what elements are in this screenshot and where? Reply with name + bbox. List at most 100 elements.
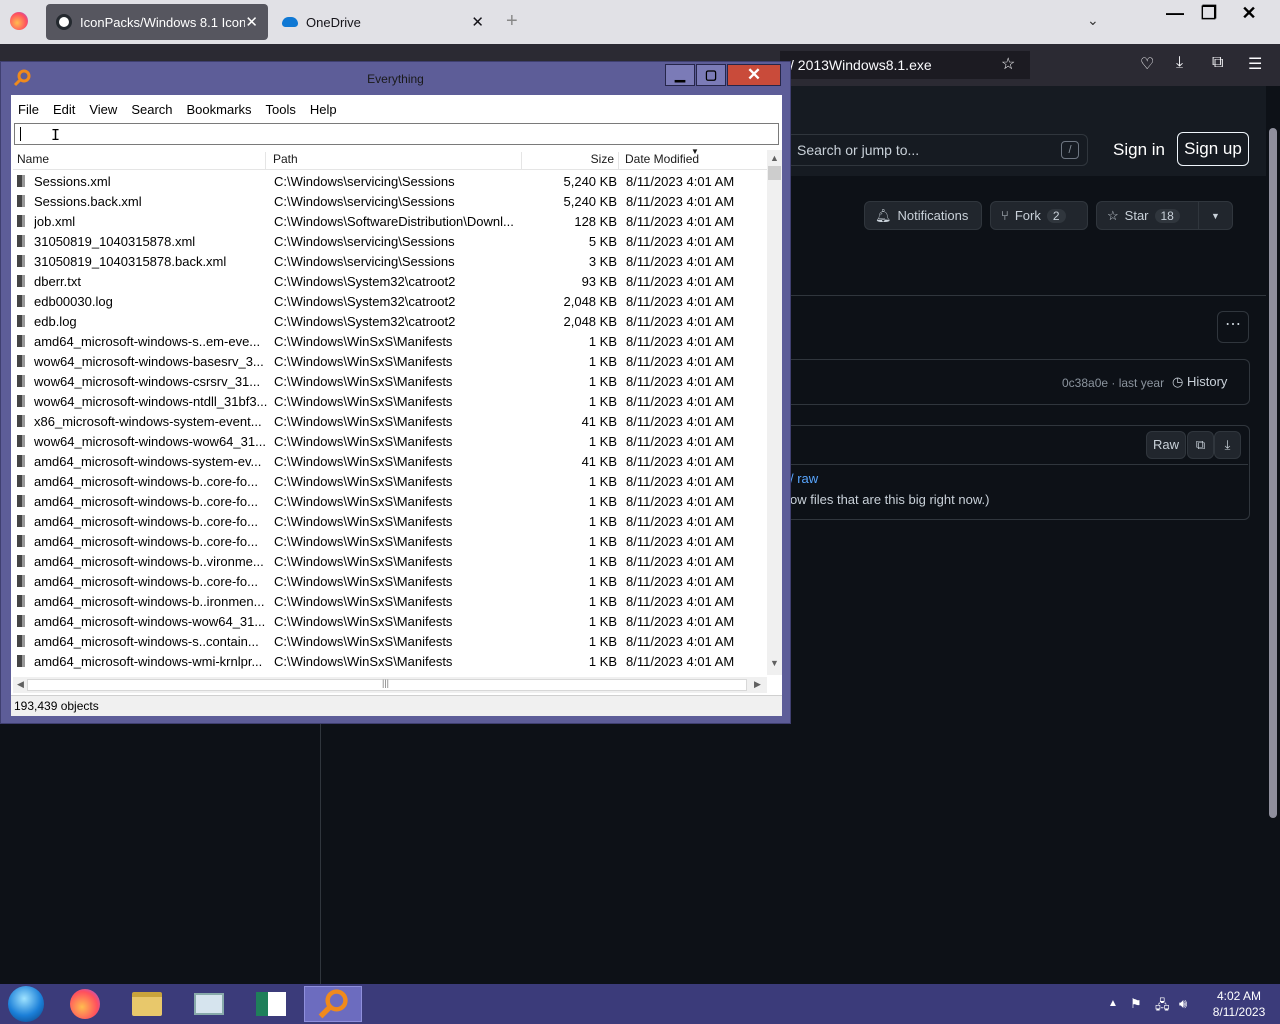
taskbar-app-4[interactable] (242, 986, 300, 1022)
scroll-right-icon[interactable]: ▶ (750, 679, 765, 690)
table-row[interactable]: amd64_microsoft-windows-wmi-krnlpr... C:\… (13, 651, 767, 671)
table-row[interactable]: amd64_microsoft-windows-b..core-fo... C:\… (13, 531, 767, 551)
search-input[interactable]: I (14, 123, 779, 145)
col-size[interactable]: Size (525, 152, 619, 170)
close-button[interactable]: ✕ (727, 64, 781, 86)
sign-in-link[interactable]: Sign in (1113, 140, 1165, 160)
table-row[interactable]: job.xml C:\Windows\SoftwareDistribution\D… (13, 211, 767, 231)
url-bar[interactable]: / 2013Windows8.1.exe (780, 51, 1030, 79)
action-center-flag-icon[interactable]: ⚑ (1130, 996, 1142, 1012)
taskbar-everything[interactable] (304, 986, 362, 1022)
table-row[interactable]: edb00030.log C:\Windows\System32\catroot2… (13, 291, 767, 311)
page-scrollbar[interactable] (1266, 116, 1280, 984)
menu-search[interactable]: Search (124, 95, 179, 123)
table-row[interactable]: wow64_microsoft-windows-basesrv_3... C:\W… (13, 351, 767, 371)
menu-tools[interactable]: Tools (259, 95, 303, 123)
table-row[interactable]: amd64_microsoft-windows-b..core-fo... C:\… (13, 511, 767, 531)
col-path[interactable]: Path (269, 152, 522, 170)
notifications-button[interactable]: 🔔︎ Notifications (864, 201, 982, 230)
scroll-up-icon[interactable]: ▲ (767, 153, 782, 163)
star-icon: ☆ (1107, 207, 1119, 223)
bookmark-star-icon[interactable]: ☆ (1001, 54, 1015, 74)
menu-view[interactable]: View (82, 95, 124, 123)
star-button[interactable]: ☆ Star 18 (1096, 201, 1199, 230)
start-button[interactable] (0, 986, 52, 1022)
commit-info[interactable]: 0c38a0e · last year (1062, 376, 1164, 390)
menu-edit[interactable]: Edit (46, 95, 82, 123)
table-row[interactable]: amd64_microsoft-windows-b..ironmen... C:\… (13, 591, 767, 611)
menu-bookmarks[interactable]: Bookmarks (180, 95, 259, 123)
scroll-left-icon[interactable]: ◀ (13, 679, 28, 690)
github-search-input[interactable]: Search or jump to... / (786, 134, 1088, 166)
table-row[interactable]: Sessions.xml C:\Windows\servicing\Session… (13, 171, 767, 191)
table-row[interactable]: amd64_microsoft-windows-s..em-eve... C:\W… (13, 331, 767, 351)
menu-help[interactable]: Help (303, 95, 344, 123)
table-row[interactable]: edb.log C:\Windows\System32\catroot2 2,048… (13, 311, 767, 331)
col-date[interactable]: Date Modified ▼ (621, 147, 767, 170)
file-name: x86_microsoft-windows-system-event... (34, 414, 262, 429)
tab-list-icon[interactable]: ⌄ (1087, 12, 1099, 29)
table-row[interactable]: amd64_microsoft-windows-system-ev... C:\W… (13, 451, 767, 471)
table-row[interactable]: x86_microsoft-windows-system-event... C:\… (13, 411, 767, 431)
fork-button[interactable]: ⑂ Fork 2 (990, 201, 1088, 230)
view-raw-link[interactable]: / raw (790, 471, 818, 486)
extensions-icon[interactable]: ⧉ (1212, 54, 1223, 72)
table-row[interactable]: 31050819_1040315878.xml C:\Windows\servic… (13, 231, 767, 251)
sign-up-button[interactable]: Sign up (1177, 132, 1249, 166)
file-icon (17, 495, 25, 507)
table-row[interactable]: amd64_microsoft-windows-b..core-fo... C:\… (13, 571, 767, 591)
file-path: C:\Windows\WinSxS\Manifests (274, 654, 453, 669)
table-row[interactable]: amd64_microsoft-windows-b..core-fo... C:\… (13, 471, 767, 491)
col-name[interactable]: Name (13, 152, 266, 170)
tab-iconpacks[interactable]: IconPacks/Windows 8.1 Iconpa ✕ (46, 4, 268, 40)
taskbar-firefox[interactable] (56, 986, 114, 1022)
show-hidden-icons[interactable]: ▲ (1108, 998, 1118, 1009)
scroll-thumb[interactable] (768, 166, 781, 180)
table-row[interactable]: amd64_microsoft-windows-s..contain... C:\… (13, 631, 767, 651)
table-row[interactable]: 31050819_1040315878.back.xml C:\Windows\s… (13, 251, 767, 271)
table-row[interactable]: amd64_microsoft-windows-b..vironme... C:\… (13, 551, 767, 571)
star-dropdown-button[interactable]: ▼ (1198, 201, 1233, 230)
window-app-icon (256, 992, 286, 1016)
taskbar-app-3[interactable] (180, 986, 238, 1022)
close-icon[interactable]: ✕ (471, 13, 484, 31)
download-icon[interactable]: ⤓ (1214, 431, 1241, 459)
volume-icon[interactable]: 🔊︎ (1179, 996, 1187, 1012)
table-row[interactable]: wow64_microsoft-windows-ntdll_31bf3... C:… (13, 391, 767, 411)
minimize-button[interactable]: — (1158, 0, 1192, 26)
horizontal-scrollbar[interactable]: ◀ ||| ▶ (13, 677, 767, 693)
downloads-icon[interactable]: ⤓ (1176, 54, 1183, 72)
table-row[interactable]: amd64_microsoft-windows-b..core-fo... C:\… (13, 491, 767, 511)
scroll-thumb[interactable]: ||| (27, 678, 747, 691)
table-row[interactable]: wow64_microsoft-windows-csrsrv_31... C:\W… (13, 371, 767, 391)
tab-onedrive[interactable]: OneDrive ✕ (272, 4, 494, 40)
restore-button[interactable]: ❐ (1192, 0, 1226, 26)
clock[interactable]: 4:02 AM 8/11/2023 (1202, 988, 1276, 1020)
window-title-bar[interactable]: Everything ▁ ▢ ✕ (1, 62, 790, 95)
new-tab-button[interactable]: + (506, 10, 518, 33)
table-row[interactable]: amd64_microsoft-windows-wow64_31... C:\Wi… (13, 611, 767, 631)
pocket-icon[interactable]: ♡ (1140, 54, 1154, 74)
file-path: C:\Windows\System32\catroot2 (274, 274, 456, 289)
network-icon[interactable]: 🖧︎ (1155, 996, 1170, 1018)
vertical-scrollbar[interactable]: ▲ ▼ (767, 150, 782, 675)
scroll-down-icon[interactable]: ▼ (767, 658, 782, 668)
menu-icon[interactable]: ☰ (1248, 54, 1262, 74)
taskbar-explorer[interactable] (118, 986, 176, 1022)
history-link[interactable]: ◷ History (1172, 374, 1227, 390)
close-window-button[interactable]: ✕ (1232, 0, 1266, 26)
table-row[interactable]: Sessions.back.xml C:\Windows\servicing\Se… (13, 191, 767, 211)
raw-button[interactable]: Raw (1146, 431, 1186, 459)
menu-file[interactable]: File (11, 95, 46, 123)
minimize-button[interactable]: ▁ (665, 64, 695, 86)
maximize-button[interactable]: ▢ (696, 64, 726, 86)
close-icon[interactable]: ✕ (245, 13, 258, 31)
file-date: 8/11/2023 4:01 AM (626, 594, 735, 609)
table-row[interactable]: dberr.txt C:\Windows\System32\catroot2 93 … (13, 271, 767, 291)
firefox-logo-icon[interactable] (10, 12, 28, 30)
file-icon (17, 555, 25, 567)
copy-icon[interactable]: ⧉ (1187, 431, 1214, 459)
table-row[interactable]: wow64_microsoft-windows-wow64_31... C:\Wi… (13, 431, 767, 451)
more-options-button[interactable]: ⋯ (1217, 311, 1249, 343)
scroll-thumb[interactable] (1269, 128, 1277, 818)
